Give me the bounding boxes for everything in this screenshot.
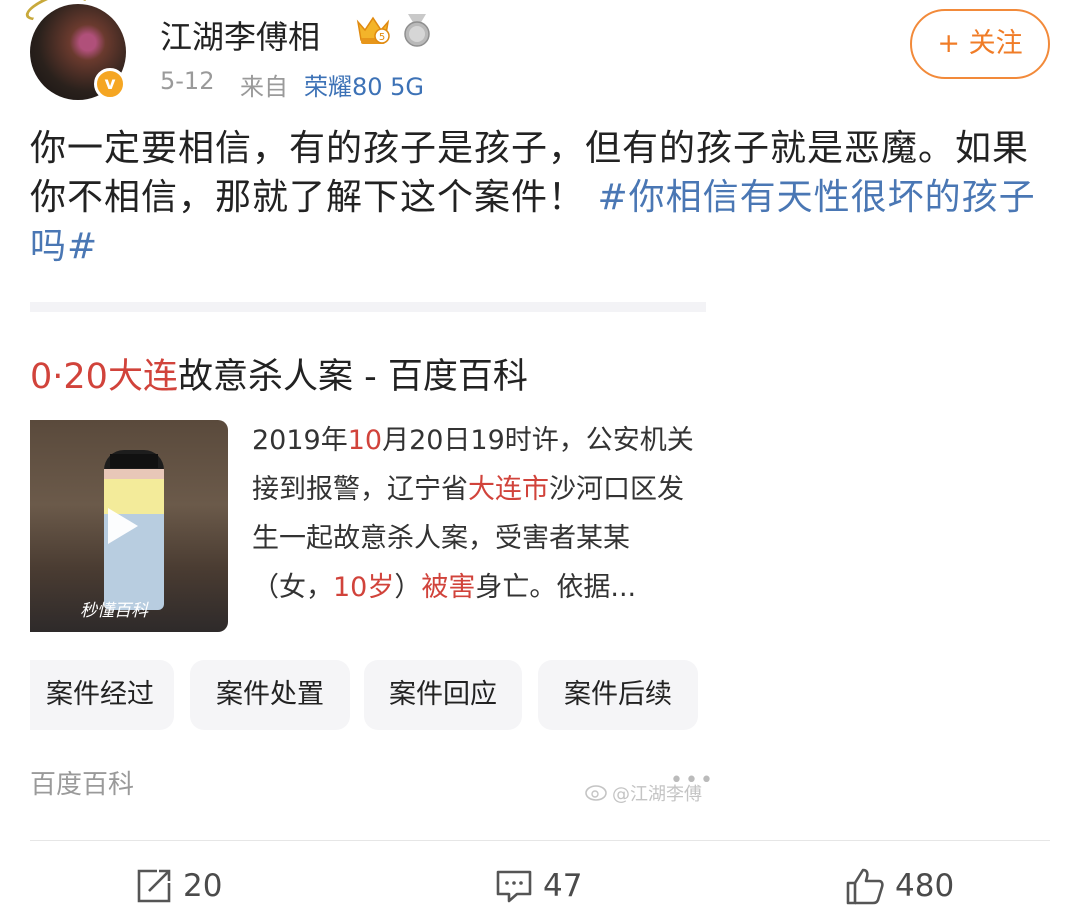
svg-text:5: 5 — [379, 32, 385, 43]
desc-text: 身亡。依据... — [475, 572, 637, 603]
post-device-link[interactable]: 荣耀80 5G — [304, 67, 424, 102]
card-title-rest: 故意杀人案 - 百度百科 — [177, 357, 528, 397]
desc-highlight: 被害 — [421, 572, 476, 603]
chip-case-handling[interactable]: 案件处置 — [190, 660, 350, 730]
thumbs-up-icon — [846, 868, 884, 905]
card-title-highlight: 大连 — [107, 357, 178, 397]
repost-count: 20 — [183, 867, 223, 904]
card-source: 百度百科 — [30, 770, 135, 800]
card-divider — [30, 302, 706, 312]
like-count: 480 — [895, 868, 955, 904]
play-icon[interactable] — [98, 504, 142, 548]
desc-highlight: 10 — [347, 425, 383, 456]
post-source-label: 来自 — [240, 73, 288, 101]
comment-icon — [496, 870, 532, 902]
like-button[interactable]: 480 — [845, 866, 954, 906]
weibo-logo-icon — [585, 785, 607, 801]
post-date: 5-12 — [160, 67, 215, 95]
chip-case-process[interactable]: 案件经过 — [30, 660, 174, 730]
medal-icon — [404, 14, 430, 47]
card-description: 2019年10月20日19时许，公安机关接到报警，辽宁省大连市沙河口区发生一起故… — [252, 416, 702, 612]
footer-divider — [30, 840, 1050, 841]
card-title-part: 0·20 — [30, 357, 108, 397]
crown-vip-icon: 5 — [356, 16, 390, 44]
image-watermark: @江湖李傅 — [612, 784, 702, 805]
chip-case-response[interactable]: 案件回应 — [364, 660, 522, 730]
comment-count: 47 — [543, 867, 583, 904]
thumbnail-watermark: 秒懂百科 — [80, 601, 148, 621]
desc-text: 2019年 — [252, 425, 348, 456]
chip-case-follow-up[interactable]: 案件后续 — [538, 660, 698, 730]
verified-badge-icon: v — [94, 68, 126, 100]
follow-button[interactable]: + 关注 — [910, 9, 1050, 79]
desc-text: ） — [394, 572, 422, 603]
desc-highlight: 大连市 — [468, 474, 549, 505]
repost-icon — [137, 869, 171, 902]
desc-highlight: 10岁 — [333, 572, 395, 603]
card-title[interactable]: 0·20大连故意杀人案 - 百度百科 — [30, 348, 706, 399]
username[interactable]: 江湖李傅相 — [160, 12, 320, 58]
repost-button[interactable]: 20 — [135, 866, 222, 906]
comment-button[interactable]: 47 — [495, 866, 582, 906]
post-text: 你一定要相信，有的孩子是孩子，但有的孩子就是恶魔。如果你不相信，那就了解下这个案… — [30, 124, 1040, 271]
